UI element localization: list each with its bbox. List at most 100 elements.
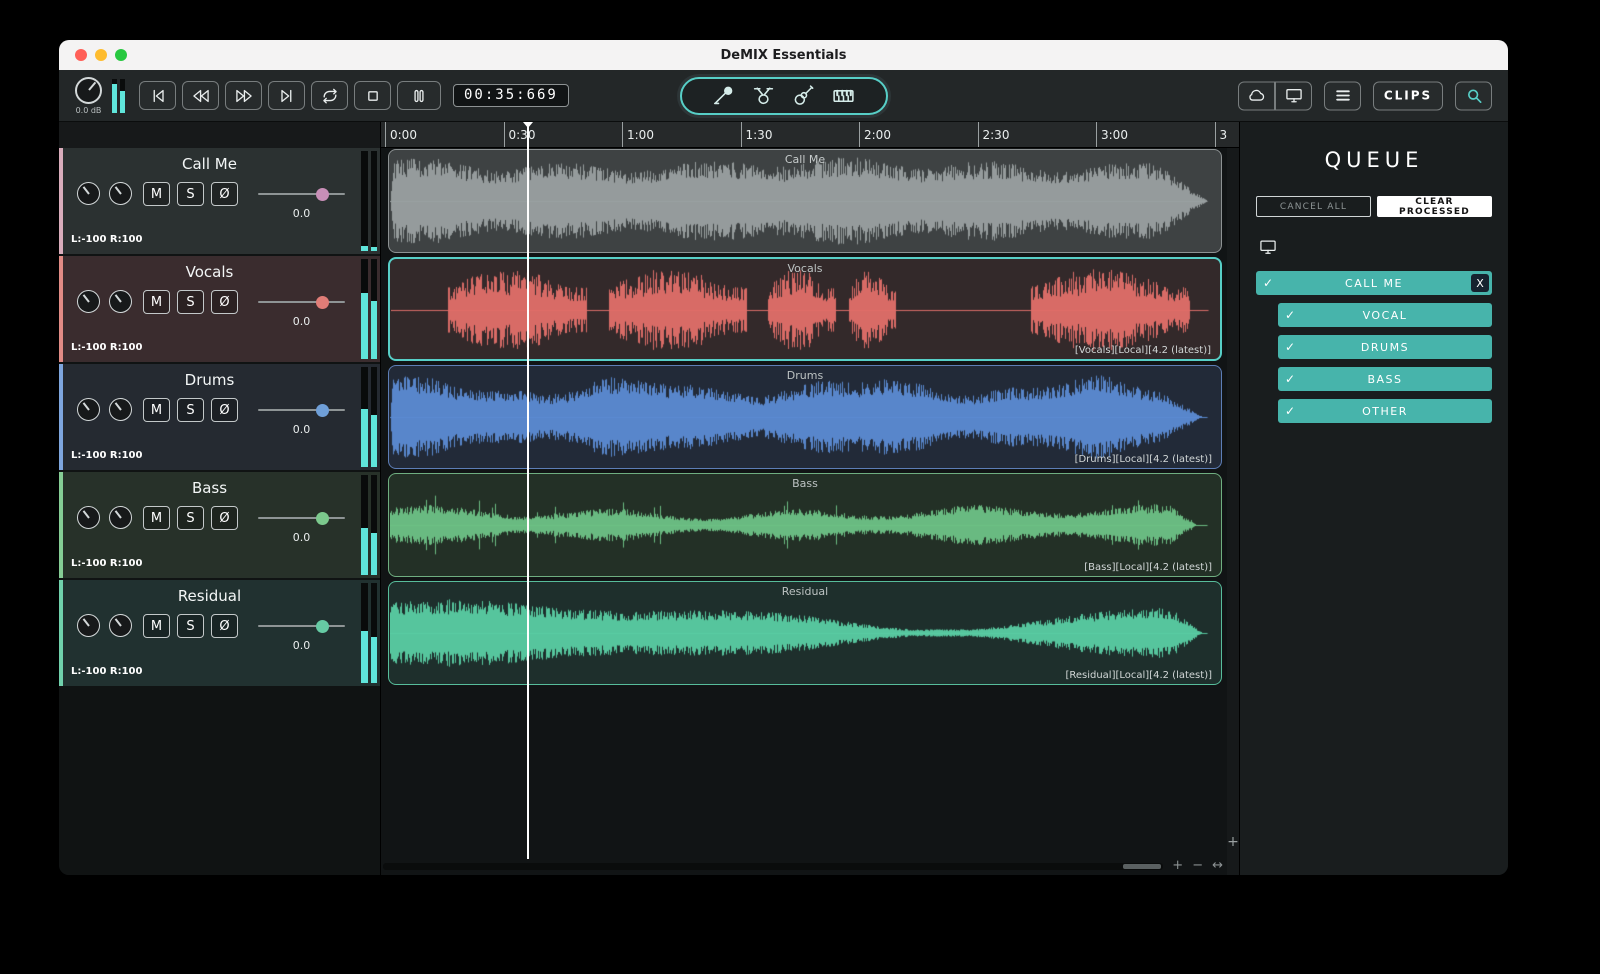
track-header-residual[interactable]: Residual M S Ø 0.0 L:-100 R:100	[59, 580, 380, 686]
volume-slider[interactable]	[258, 187, 345, 201]
playhead[interactable]	[524, 122, 532, 859]
solo-button[interactable]: S	[177, 398, 204, 422]
volume-slider[interactable]	[258, 511, 345, 525]
search-button[interactable]	[1455, 81, 1492, 110]
width-knob[interactable]	[109, 290, 132, 313]
clip-title: Call Me	[784, 153, 826, 166]
queue-job-name: CALL ME	[1345, 276, 1403, 290]
check-icon: ✓	[1285, 340, 1296, 354]
skip-end-icon	[280, 89, 291, 102]
pan-knob[interactable]	[77, 506, 100, 529]
stop-button[interactable]	[354, 81, 391, 110]
volume-slider[interactable]	[258, 295, 345, 309]
rewind-button[interactable]	[182, 81, 219, 110]
mute-button[interactable]: M	[143, 182, 170, 206]
volume-slider[interactable]	[258, 619, 345, 633]
clip-bass[interactable]: Bass [Bass][Local][4.2 (latest)]	[388, 473, 1222, 577]
width-knob[interactable]	[109, 614, 132, 637]
track-header-call-me[interactable]: Call Me M S Ø 0.0 L:-100 R:100	[59, 148, 380, 254]
clip-title: Drums	[786, 369, 824, 382]
zoom-in-button[interactable]: +	[1172, 859, 1183, 872]
piano-icon[interactable]	[831, 83, 856, 108]
drums-icon[interactable]	[751, 83, 776, 108]
queue-stem-item[interactable]: ✓ VOCAL	[1278, 303, 1492, 327]
pan-knob[interactable]	[77, 290, 100, 313]
pause-button[interactable]	[397, 81, 441, 110]
app-window: DeMIX Essentials 0.0 dB 00:35:669 CLIPS …	[59, 40, 1508, 875]
mute-button[interactable]: M	[143, 398, 170, 422]
waveform	[390, 475, 1220, 575]
mute-button[interactable]: M	[143, 290, 170, 314]
skip-end-button[interactable]	[268, 81, 305, 110]
zoom-window-button[interactable]	[115, 49, 127, 61]
display-icon	[1285, 89, 1302, 103]
menu-button[interactable]	[1324, 81, 1361, 110]
phase-button[interactable]: Ø	[211, 506, 238, 530]
clear-processed-button[interactable]: CLEAR PROCESSED	[1377, 196, 1492, 217]
vertical-zoom-in-button[interactable]: +	[1227, 835, 1239, 849]
volume-slider[interactable]	[258, 403, 345, 417]
knob-needle	[82, 509, 90, 519]
scrollbar-track[interactable]	[383, 862, 1164, 870]
queue-stem-item[interactable]: ✓ OTHER	[1278, 399, 1492, 423]
fast-forward-icon	[235, 89, 252, 102]
volume-slider-handle[interactable]	[316, 187, 329, 201]
pan-knob[interactable]	[77, 398, 100, 421]
phase-button[interactable]: Ø	[211, 290, 238, 314]
fast-forward-button[interactable]	[225, 81, 262, 110]
window-title: DeMIX Essentials	[720, 47, 847, 63]
mute-button[interactable]: M	[143, 614, 170, 638]
guitar-icon[interactable]	[791, 83, 816, 108]
timeline-tick: 3:00	[1096, 122, 1128, 147]
remove-job-button[interactable]: X	[1471, 274, 1489, 292]
minimize-window-button[interactable]	[95, 49, 107, 61]
clip-drums[interactable]: Drums [Drums][Local][4.2 (latest)]	[388, 365, 1222, 469]
track-header-bass[interactable]: Bass M S Ø 0.0 L:-100 R:100	[59, 472, 380, 578]
loop-button[interactable]	[311, 81, 348, 110]
meter-bar	[112, 78, 117, 113]
cloud-button[interactable]	[1238, 81, 1275, 110]
solo-button[interactable]: S	[177, 290, 204, 314]
solo-button[interactable]: S	[177, 506, 204, 530]
width-knob[interactable]	[109, 182, 132, 205]
close-window-button[interactable]	[75, 49, 87, 61]
queue-stem-item[interactable]: ✓ BASS	[1278, 367, 1492, 391]
width-knob[interactable]	[109, 398, 132, 421]
solo-button[interactable]: S	[177, 182, 204, 206]
local-display-button[interactable]	[1275, 81, 1312, 110]
volume-slider-handle[interactable]	[316, 295, 329, 309]
volume-slider-handle[interactable]	[316, 619, 329, 633]
pan-knob[interactable]	[77, 614, 100, 637]
clip-version-label: [Vocals][Local][4.2 (latest)]	[1074, 345, 1211, 356]
timeline-tick: 0:00	[385, 122, 417, 147]
skip-start-button[interactable]	[139, 81, 176, 110]
zoom-fit-button[interactable]: ↔	[1212, 859, 1223, 872]
solo-button[interactable]: S	[177, 614, 204, 638]
queue-stem-item[interactable]: ✓ DRUMS	[1278, 335, 1492, 359]
scrollbar-thumb[interactable]	[1123, 863, 1162, 869]
volume-slider-handle[interactable]	[316, 511, 329, 525]
width-knob[interactable]	[109, 506, 132, 529]
clip-call-me[interactable]: Call Me	[388, 149, 1222, 253]
cancel-all-button[interactable]: CANCEL ALL	[1256, 196, 1371, 217]
pan-knob[interactable]	[77, 182, 100, 205]
phase-button[interactable]: Ø	[211, 182, 238, 206]
phase-button[interactable]: Ø	[211, 614, 238, 638]
track-header-vocals[interactable]: Vocals M S Ø 0.0 L:-100 R:100	[59, 256, 380, 362]
mute-button[interactable]: M	[143, 506, 170, 530]
clips-button[interactable]: CLIPS	[1373, 81, 1443, 110]
timeline-ruler[interactable]: 0:00 0:30 1:00 1:30 2:00 2:30 3:00 3	[381, 122, 1239, 148]
master-gain-knob[interactable]	[75, 76, 102, 104]
clip-vocals[interactable]: Vocals [Vocals][Local][4.2 (latest)]	[388, 257, 1222, 361]
zoom-out-button[interactable]: −	[1192, 859, 1203, 872]
queue-stem-label: VOCAL	[1362, 308, 1408, 322]
pan-range-label: L:-100 R:100	[71, 450, 143, 461]
queue-job-item[interactable]: ✓ CALL ME X	[1256, 271, 1492, 295]
track-header-drums[interactable]: Drums M S Ø 0.0 L:-100 R:100	[59, 364, 380, 470]
clip-version-label: [Residual][Local][4.2 (latest)]	[1065, 670, 1212, 681]
volume-slider-handle[interactable]	[316, 403, 329, 417]
check-icon: ✓	[1285, 404, 1296, 418]
microphone-icon[interactable]	[711, 83, 736, 108]
phase-button[interactable]: Ø	[211, 398, 238, 422]
clip-residual[interactable]: Residual [Residual][Local][4.2 (latest)]	[388, 581, 1222, 685]
